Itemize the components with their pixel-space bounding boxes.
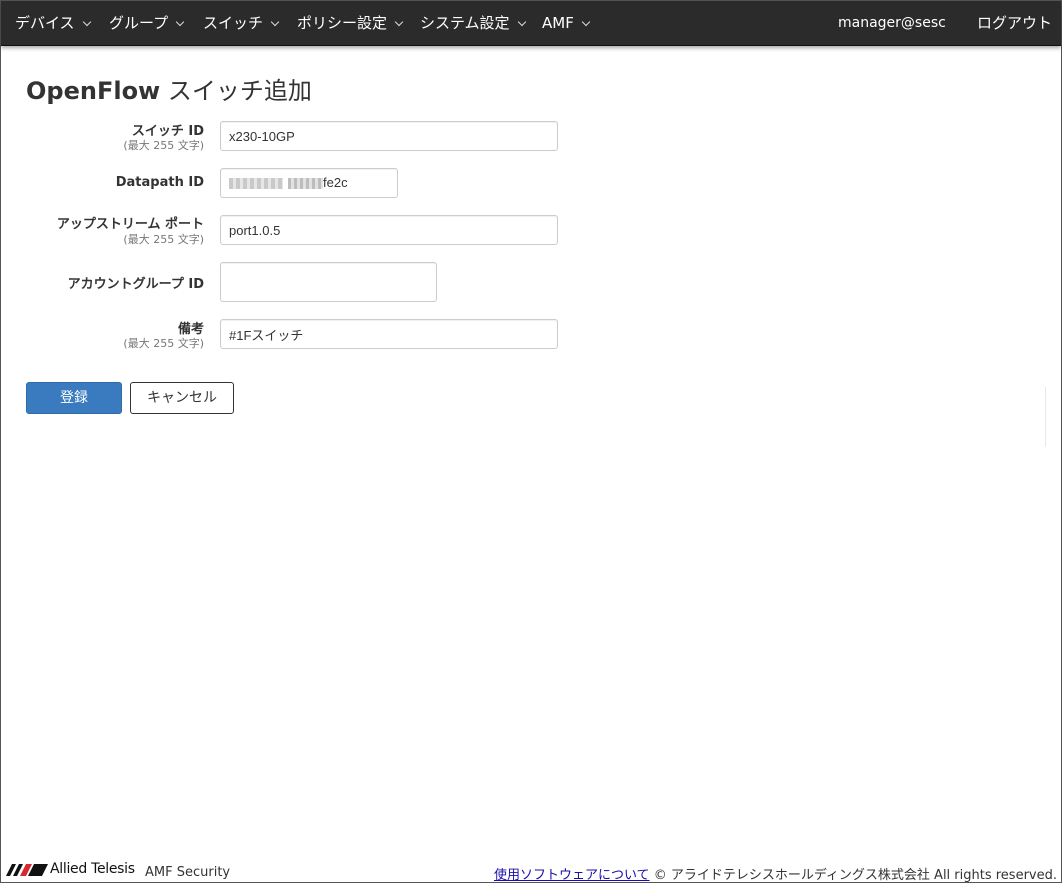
nav-groups[interactable]: グループ [109, 1, 185, 45]
account-group-id-input[interactable] [220, 262, 437, 302]
scroll-indicator [1045, 387, 1046, 447]
footer-app-name: AMF Security [145, 865, 231, 880]
chevron-down-icon [82, 17, 91, 27]
logo-text: Allied Telesis [50, 861, 135, 877]
chevron-down-icon [175, 17, 185, 27]
nav-devices-label: デバイス [15, 14, 75, 32]
datapath-id-value: fe2c [323, 175, 348, 190]
nav-amf[interactable]: AMF [542, 1, 591, 45]
upstream-port-input[interactable] [220, 215, 558, 245]
switch-id-hint: (最大 255 文字) [123, 139, 204, 152]
allied-telesis-logo-icon [6, 864, 48, 876]
top-navbar: デバイス グループ スイッチ ポリシー設定 システム設定 AMF manager… [1, 1, 1061, 46]
datapath-id-input[interactable]: fe2c [220, 168, 398, 198]
cancel-button[interactable]: キャンセル [130, 382, 234, 414]
nav-system-settings-label: システム設定 [420, 14, 510, 32]
nav-devices[interactable]: デバイス [15, 1, 91, 45]
page-title-ja: スイッチ追加 [160, 77, 312, 105]
chevron-down-icon [517, 17, 526, 27]
switch-id-input[interactable] [220, 121, 558, 151]
page-title: OpenFlow スイッチ追加 [26, 71, 312, 106]
account-group-id-label: アカウントグループ ID [67, 277, 204, 292]
remarks-input[interactable] [220, 319, 558, 349]
chevron-down-icon [581, 17, 591, 27]
datapath-id-blurred [229, 178, 283, 190]
nav-policy-settings[interactable]: ポリシー設定 [297, 1, 404, 45]
datapath-id-blurred-2 [288, 178, 323, 190]
nav-groups-label: グループ [109, 14, 169, 32]
logout-link[interactable]: ログアウト [977, 1, 1052, 45]
nav-policy-settings-label: ポリシー設定 [297, 14, 388, 32]
nav-system-settings[interactable]: システム設定 [420, 1, 526, 45]
chevron-down-icon [270, 17, 280, 27]
nav-switches-label: スイッチ [203, 14, 264, 32]
nav-switches[interactable]: スイッチ [203, 1, 280, 45]
nav-amf-label: AMF [542, 14, 574, 32]
nav-user[interactable]: manager@sesc [838, 1, 946, 45]
footer: Allied Telesis AMF Security 使用ソフトウェアについて… [1, 857, 1061, 883]
chevron-down-icon [394, 17, 404, 27]
page-title-en: OpenFlow [26, 77, 161, 105]
register-button[interactable]: 登録 [26, 382, 122, 414]
footer-copyright-area: 使用ソフトウェアについて © アライドテレシスホールディングス株式会社 All … [494, 864, 1057, 883]
remarks-hint: (最大 255 文字) [123, 337, 204, 350]
datapath-id-label: Datapath ID [115, 175, 204, 190]
copyright-text: © アライドテレシスホールディングス株式会社 All rights reserv… [649, 868, 1057, 883]
about-software-link[interactable]: 使用ソフトウェアについて [494, 868, 650, 883]
upstream-port-hint: (最大 255 文字) [123, 233, 204, 246]
upstream-port-label: アップストリーム ポート [56, 217, 204, 232]
